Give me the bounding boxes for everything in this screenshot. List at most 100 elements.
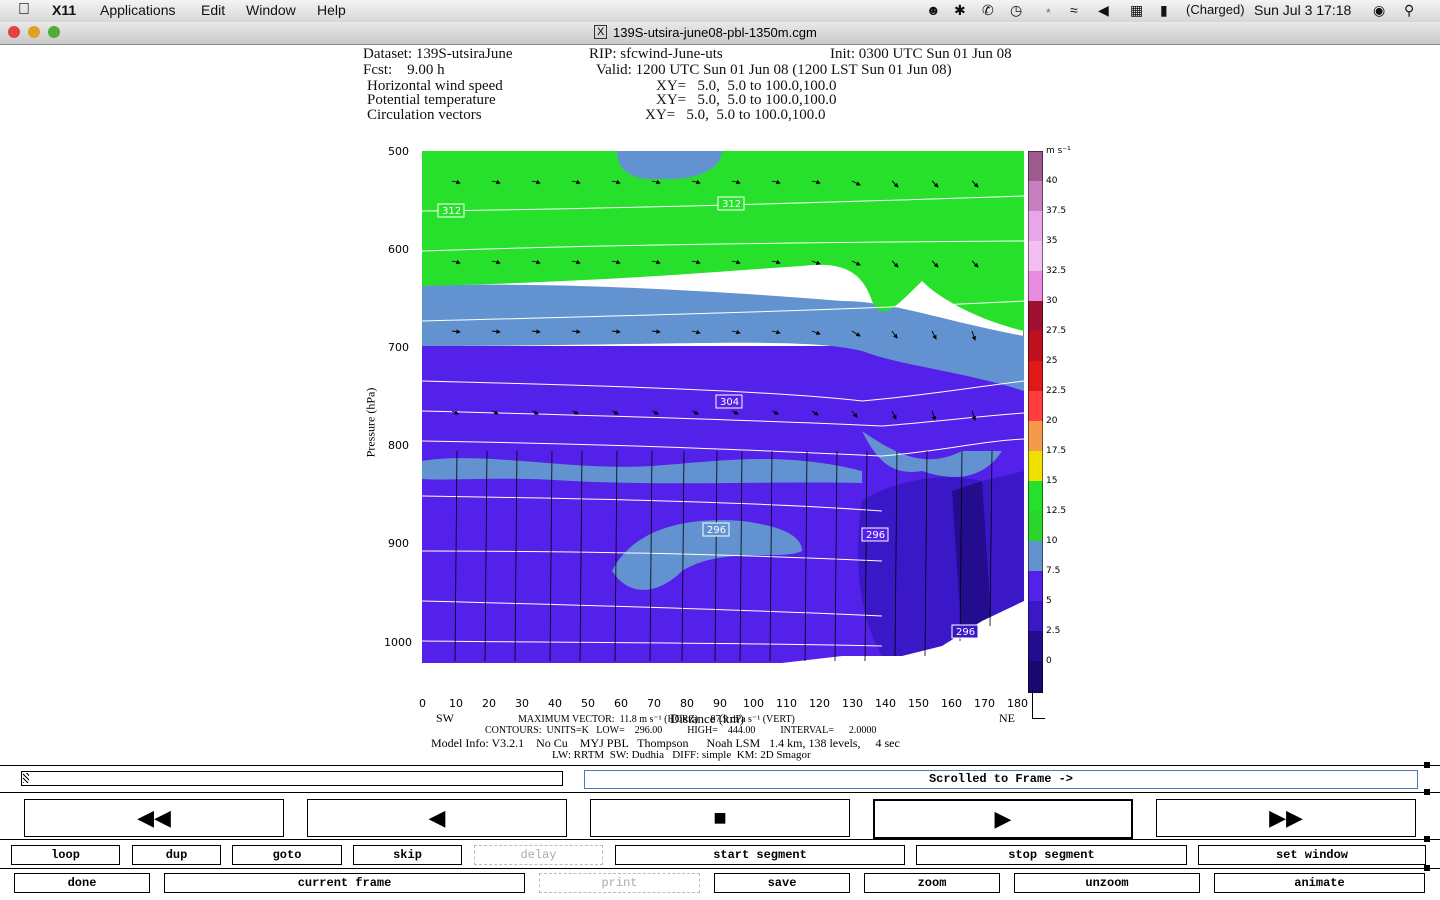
volume-icon[interactable]: ◀ xyxy=(1098,2,1109,19)
x-tick: 100 xyxy=(743,697,764,710)
loop-button[interactable]: loop xyxy=(11,845,120,865)
animate-button[interactable]: animate xyxy=(1214,873,1425,893)
x-tick: 140 xyxy=(875,697,896,710)
rewind-icon: ◀◀ xyxy=(137,805,171,830)
header-valid: Valid: 1200 UTC Sun 01 Jun 08 (1200 LST … xyxy=(596,62,952,78)
colorbar-label: 35 xyxy=(1046,236,1058,246)
menu-window[interactable]: Window xyxy=(246,2,296,18)
battery-icon[interactable]: ▮ xyxy=(1160,2,1168,19)
unzoom-button[interactable]: unzoom xyxy=(1014,873,1200,893)
play-icon: ▶ xyxy=(994,806,1012,831)
divider xyxy=(0,765,1440,766)
wifi-icon[interactable]: ≈ xyxy=(1070,2,1078,18)
field-xy-3: XY= 5.0, 5.0 to 100.0,100.0 xyxy=(645,107,826,123)
print-button[interactable]: print xyxy=(539,873,700,893)
goto-button[interactable]: goto xyxy=(232,845,342,865)
skip-button[interactable]: skip xyxy=(353,845,462,865)
header-fcst: Fcst: 9.00 h xyxy=(363,62,445,78)
scroll-status: Scrolled to Frame -> xyxy=(928,772,1074,786)
footer-max-vector: MAXIMUM VECTOR: 11.8 m s⁻¹ (HORZ) 87.9 d… xyxy=(518,714,795,725)
apple-icon[interactable]:  xyxy=(18,1,30,19)
x11-icon: X xyxy=(594,25,608,39)
x-tick: 0 xyxy=(419,697,426,710)
frame-scrollbar[interactable] xyxy=(21,771,563,786)
bluetooth-icon[interactable]: ✱ xyxy=(954,2,966,19)
account-icon[interactable]: ◉ xyxy=(1373,2,1385,19)
y-tick: 900 xyxy=(388,537,409,550)
colorbar-label: 7.5 xyxy=(1046,566,1061,576)
x-tick: 150 xyxy=(908,697,929,710)
y-tick: 600 xyxy=(388,243,409,256)
menu-bar:  X11 Applications Edit Window Help ☻ ✱ … xyxy=(0,0,1440,23)
x-tick: 120 xyxy=(809,697,830,710)
window-title: 139S-utsira-june08-pbl-1350m.cgm xyxy=(613,25,817,40)
search-icon[interactable]: ⚲ xyxy=(1404,2,1414,19)
user-icon[interactable]: ☻ xyxy=(926,2,941,18)
resize-handle[interactable] xyxy=(1424,762,1430,768)
contour-label: 312 xyxy=(442,206,461,217)
x-tick: 50 xyxy=(581,697,595,710)
header-rip: RIP: sfcwind-June-uts xyxy=(589,46,723,62)
minimize-button[interactable] xyxy=(28,26,40,38)
start-segment-button[interactable]: start segment xyxy=(615,845,905,865)
menu-edit[interactable]: Edit xyxy=(201,2,225,18)
scroll-status-box: Scrolled to Frame -> xyxy=(584,770,1418,789)
y-axis-label: Pressure (hPa) xyxy=(363,387,378,458)
rewind-button[interactable]: ◀◀ xyxy=(24,799,284,837)
colorbar-label: 30 xyxy=(1046,296,1058,306)
delay-button[interactable]: delay xyxy=(474,845,603,865)
contour-label: 296 xyxy=(866,530,885,541)
close-button[interactable] xyxy=(8,26,20,38)
resize-handle[interactable] xyxy=(1424,789,1430,795)
done-button[interactable]: done xyxy=(14,873,150,893)
menu-help[interactable]: Help xyxy=(317,2,346,18)
menu-app[interactable]: X11 xyxy=(52,2,76,18)
play-button[interactable]: ▶ xyxy=(873,799,1133,839)
set-window-button[interactable]: set window xyxy=(1198,845,1426,865)
current-frame-button[interactable]: current frame xyxy=(164,873,525,893)
bluetooth-status-icon[interactable]: ⋆ xyxy=(1044,2,1053,19)
back-button[interactable]: ◀ xyxy=(307,799,567,837)
colorbar-label: 0 xyxy=(1046,656,1052,666)
colorbar-label: 25 xyxy=(1046,356,1058,366)
fast-forward-button[interactable]: ▶▶ xyxy=(1156,799,1416,837)
divider xyxy=(0,792,1440,793)
calendar-icon[interactable]: ▦ xyxy=(1130,2,1143,19)
header-init: Init: 0300 UTC Sun 01 Jun 08 xyxy=(830,46,1012,62)
x-tick: 130 xyxy=(842,697,863,710)
y-tick: 500 xyxy=(388,145,409,158)
colorbar-label: 15 xyxy=(1046,476,1058,486)
resize-handle[interactable] xyxy=(1424,836,1430,842)
save-button[interactable]: save xyxy=(714,873,850,893)
x-tick: 170 xyxy=(974,697,995,710)
time-machine-icon[interactable]: ◷ xyxy=(1010,2,1022,19)
window-titlebar[interactable]: X 139S-utsira-june08-pbl-1350m.cgm xyxy=(0,22,1440,45)
contour-label: 296 xyxy=(707,525,726,536)
stop-icon: ■ xyxy=(713,805,727,830)
x-tick: 90 xyxy=(713,697,727,710)
menu-applications[interactable]: Applications xyxy=(100,2,176,18)
stop-button[interactable]: ■ xyxy=(590,799,850,837)
sw-label: SW xyxy=(436,711,454,725)
stop-segment-button[interactable]: stop segment xyxy=(916,845,1187,865)
cross-section-plot: 312 312 304 296 296 296 xyxy=(422,151,1024,693)
step-back-icon: ◀ xyxy=(428,805,446,830)
zoom-button-tool[interactable]: zoom xyxy=(864,873,1000,893)
phone-icon[interactable]: ✆ xyxy=(982,2,994,19)
colorbar-label: 37.5 xyxy=(1046,206,1067,216)
colorbar-label: 10 xyxy=(1046,536,1058,546)
zoom-button[interactable] xyxy=(48,26,60,38)
menu-clock[interactable]: Sun Jul 3 17:18 xyxy=(1254,2,1351,18)
y-tick: 700 xyxy=(388,341,409,354)
contour-label: 304 xyxy=(720,397,739,408)
scrollbar-thumb[interactable] xyxy=(23,773,29,783)
x-tick: 30 xyxy=(515,697,529,710)
divider xyxy=(0,839,1440,840)
colorbar-label: 32.5 xyxy=(1046,266,1067,276)
colorbar-label: 40 xyxy=(1046,176,1058,186)
resize-handle[interactable] xyxy=(1424,865,1430,871)
footer-physics: LW: RRTM SW: Dudhia DIFF: simple KM: 2D … xyxy=(552,749,811,761)
dup-button[interactable]: dup xyxy=(132,845,221,865)
colorbar-label: 20 xyxy=(1046,416,1058,426)
divider xyxy=(0,868,1440,869)
